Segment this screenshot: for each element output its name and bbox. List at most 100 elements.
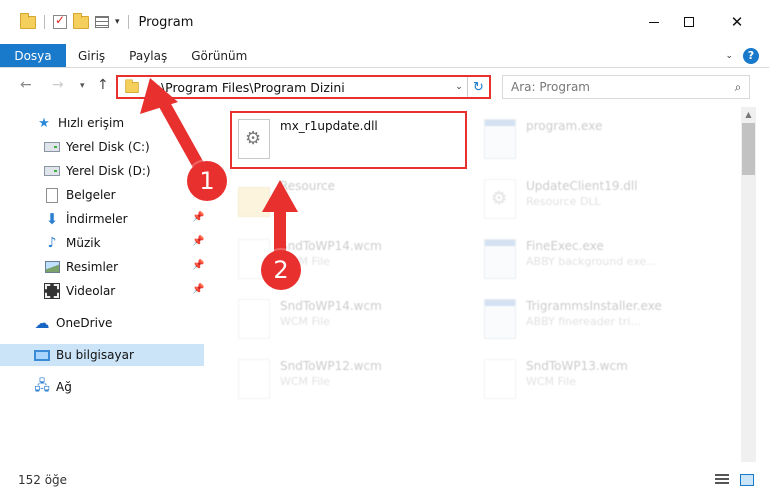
file-name: program.exe xyxy=(526,119,603,133)
customize-icon[interactable] xyxy=(95,16,109,28)
dll-file-icon xyxy=(484,179,516,219)
vertical-scrollbar[interactable]: ▲ xyxy=(741,107,756,462)
file-name: UpdateClient19.dll xyxy=(526,179,638,193)
pin-icon[interactable]: 📌 xyxy=(192,260,204,271)
close-button[interactable]: ✕ xyxy=(714,0,760,44)
chevron-down-icon[interactable]: ⌄ xyxy=(451,82,467,92)
maximize-button[interactable] xyxy=(666,0,712,44)
sidebar-item-onedrive[interactable]: ☁ OneDrive xyxy=(0,312,204,334)
pictures-icon xyxy=(44,259,60,275)
sidebar-item-network[interactable]: 🖧 Ağ xyxy=(0,376,204,398)
star-icon: ★ xyxy=(38,115,50,131)
file-item[interactable]: TrigrammsInstaller.exe ABBY finereader t… xyxy=(478,293,718,353)
properties-check-icon[interactable] xyxy=(53,13,67,29)
file-name: SndToWP14.wcm xyxy=(280,239,382,253)
exe-file-icon xyxy=(484,119,516,159)
address-path[interactable]: C:\Program Files\Program Dizini xyxy=(148,80,451,95)
videos-icon xyxy=(44,283,60,299)
folder-icon xyxy=(238,187,270,217)
navigation-bar: ← → ▾ ↑ C:\Program Files\Program Dizini … xyxy=(0,69,769,105)
sidebar-item-local-disk-c[interactable]: Yerel Disk (C:) xyxy=(0,136,204,158)
file-item[interactable]: SndToWP14.wcm WCM File xyxy=(232,293,472,353)
up-arrow-icon[interactable]: ↑ xyxy=(97,77,109,93)
toolbar-separator xyxy=(127,15,129,29)
title-bar: ▾ Program ✕ xyxy=(0,0,769,44)
tab-view[interactable]: Görünüm xyxy=(179,44,259,67)
folder-icon xyxy=(20,12,36,29)
expand-ribbon-icon[interactable]: ⌄ xyxy=(725,51,733,61)
file-item[interactable]: Resource xyxy=(232,173,472,233)
search-box[interactable]: ⌕ xyxy=(502,75,750,99)
document-file-icon xyxy=(238,299,270,339)
details-view-icon[interactable] xyxy=(715,474,729,486)
drive-icon xyxy=(44,139,60,155)
sidebar-item-quick-access[interactable]: ★ Hızlı erişim xyxy=(0,112,204,134)
sidebar-item-label: Ağ xyxy=(56,380,72,394)
sidebar-item-label: Yerel Disk (C:) xyxy=(66,140,150,154)
sidebar-item-label: Hızlı erişim xyxy=(58,116,125,130)
tab-home[interactable]: Giriş xyxy=(66,44,117,67)
scroll-thumb[interactable] xyxy=(742,123,755,175)
drive-icon xyxy=(44,163,60,179)
search-input[interactable] xyxy=(503,80,727,94)
recent-locations-icon[interactable]: ▾ xyxy=(80,81,85,91)
folder-icon xyxy=(125,78,139,93)
new-folder-icon[interactable] xyxy=(73,12,89,29)
cloud-icon: ☁ xyxy=(34,314,50,332)
back-arrow-icon[interactable]: ← xyxy=(20,77,32,93)
selected-file-highlight xyxy=(230,111,467,169)
document-file-icon xyxy=(484,359,516,399)
sidebar-item-this-pc[interactable]: Bu bilgisayar xyxy=(0,344,204,366)
step-badge-2: 2 xyxy=(261,250,301,290)
tab-file[interactable]: Dosya xyxy=(0,44,66,67)
documents-icon xyxy=(44,187,60,203)
file-type: WCM File xyxy=(526,375,576,388)
file-explorer-window: ▾ Program ✕ Dosya Giriş Paylaş Görünüm ⌄… xyxy=(0,0,769,497)
address-bar[interactable]: C:\Program Files\Program Dizini ⌄ ↻ xyxy=(116,75,491,99)
document-file-icon xyxy=(238,359,270,399)
maximize-icon xyxy=(684,17,694,27)
computer-icon xyxy=(34,347,50,363)
file-item[interactable]: FineExec.exe ABBY background exe... xyxy=(478,233,718,293)
pin-icon[interactable]: 📌 xyxy=(192,212,204,223)
search-icon[interactable]: ⌕ xyxy=(727,80,749,95)
sidebar-item-downloads[interactable]: ⬇ İndirmeler 📌 xyxy=(0,208,205,230)
step-badge-1: 1 xyxy=(187,161,227,201)
file-name: TrigrammsInstaller.exe xyxy=(526,299,662,313)
window-title: Program xyxy=(138,14,194,30)
sidebar-item-local-disk-d[interactable]: Yerel Disk (D:) xyxy=(0,160,204,182)
sidebar-item-music[interactable]: ♪ Müzik 📌 xyxy=(0,232,205,254)
sidebar-item-label: Müzik xyxy=(66,236,101,250)
file-type: WCM File xyxy=(280,375,330,388)
sidebar-item-label: Bu bilgisayar xyxy=(56,348,134,362)
toolbar-separator xyxy=(44,15,45,29)
file-name: SndToWP13.wcm xyxy=(526,359,628,373)
file-item[interactable]: UpdateClient19.dll Resource DLL xyxy=(478,173,718,233)
file-name: SndToWP12.wcm xyxy=(280,359,382,373)
sidebar-item-pictures[interactable]: Resimler 📌 xyxy=(0,256,204,278)
ribbon-tabs: Dosya Giriş Paylaş Görünüm ⌄ ? xyxy=(0,44,769,68)
sidebar-item-label: Videolar xyxy=(66,284,116,298)
forward-arrow-icon[interactable]: → xyxy=(52,77,64,93)
file-name: SndToWP14.wcm xyxy=(280,299,382,313)
sidebar-item-label: Belgeler xyxy=(66,188,116,202)
sidebar-item-documents[interactable]: Belgeler 📌 xyxy=(0,184,204,206)
refresh-icon[interactable]: ↻ xyxy=(467,77,489,97)
navigation-pane: ★ Hızlı erişim Yerel Disk (C:) Yerel Dis… xyxy=(0,107,208,462)
file-item[interactable]: SndToWP13.wcm WCM File xyxy=(478,353,718,413)
help-icon[interactable]: ? xyxy=(743,47,759,64)
pin-icon[interactable]: 📌 xyxy=(192,236,204,247)
file-item[interactable]: SndToWP12.wcm WCM File xyxy=(232,353,472,413)
file-type: Resource DLL xyxy=(526,195,601,208)
scroll-up-icon[interactable]: ▲ xyxy=(741,107,756,122)
chevron-down-icon[interactable]: ▾ xyxy=(115,17,120,27)
music-icon: ♪ xyxy=(47,235,57,251)
sidebar-item-videos[interactable]: Videolar 📌 xyxy=(0,280,204,302)
file-item[interactable]: program.exe xyxy=(478,113,718,173)
pin-icon[interactable]: 📌 xyxy=(192,284,204,295)
close-icon: ✕ xyxy=(730,13,744,31)
file-type: ABBY background exe... xyxy=(526,255,657,268)
tab-share[interactable]: Paylaş xyxy=(117,44,179,67)
item-count: 152 öğe xyxy=(18,472,68,487)
large-icons-view-icon[interactable] xyxy=(740,474,754,486)
